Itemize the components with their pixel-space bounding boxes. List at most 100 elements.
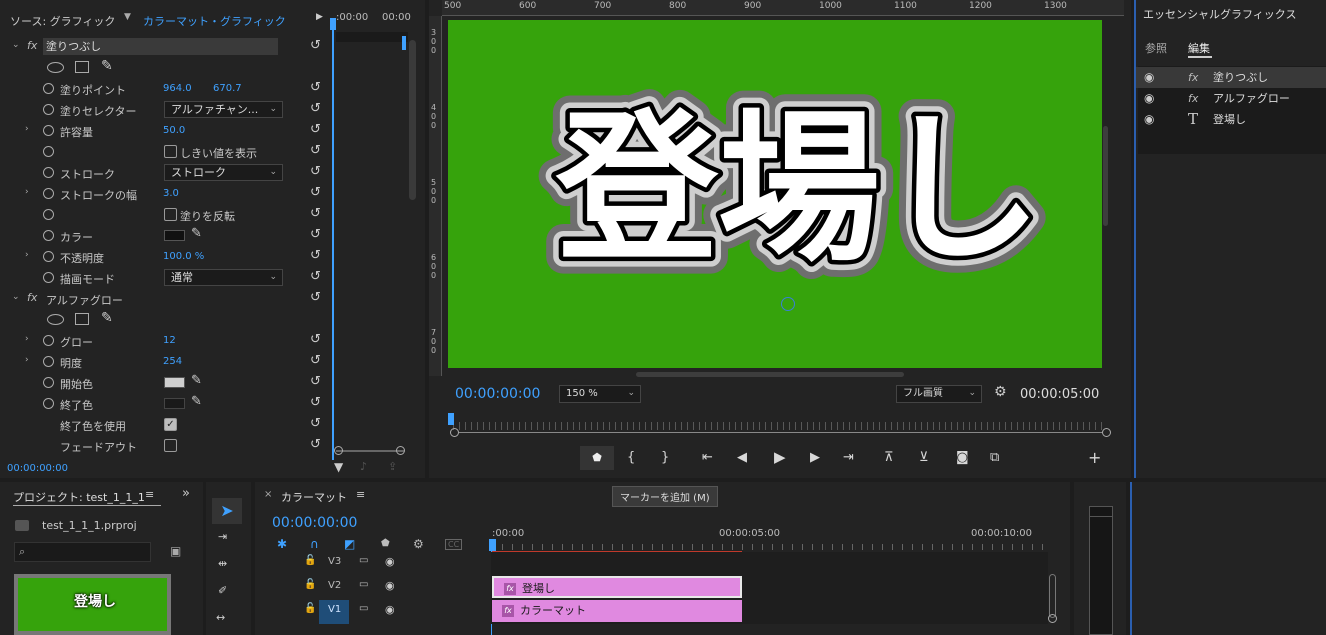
add-marker-button[interactable]: ⬟ — [580, 446, 614, 470]
effect-glow-name[interactable]: アルファグロー — [46, 292, 123, 308]
project-thumbnail[interactable]: 登場し — [14, 574, 171, 635]
stopwatch-icon[interactable] — [43, 377, 54, 388]
stroke-dropdown[interactable]: ストローク ⌄ — [164, 164, 283, 181]
monitor-hscroll[interactable] — [636, 372, 904, 377]
selection-tool-icon[interactable]: ➤ — [212, 498, 242, 524]
collapse-arrow-icon[interactable]: ⌄ — [12, 40, 20, 50]
rect-mask-icon[interactable] — [75, 313, 89, 325]
close-icon[interactable]: × — [264, 489, 272, 500]
play-icon[interactable]: ▶ — [774, 448, 786, 466]
stopwatch-icon[interactable] — [43, 146, 54, 157]
timeline-timecode[interactable]: 00:00:00:00 — [272, 515, 357, 531]
wrench-icon[interactable]: ⚙ — [994, 384, 1007, 400]
reset-icon[interactable]: ↺ — [310, 417, 323, 430]
fill-point-y[interactable]: 670.7 — [213, 83, 242, 94]
hamburger-menu-icon[interactable]: ≡ — [356, 488, 365, 501]
more-panels-icon[interactable]: » — [182, 486, 190, 501]
eye-icon[interactable]: ◉ — [385, 555, 395, 568]
stopwatch-icon[interactable] — [43, 209, 54, 220]
project-file-name[interactable]: test_1_1_1.prproj — [42, 519, 137, 532]
go-to-out-icon[interactable]: ⇥ — [843, 450, 854, 465]
reset-icon[interactable]: ↺ — [310, 396, 323, 409]
timebar-handle-right[interactable] — [1102, 428, 1111, 437]
new-bin-icon[interactable]: ▣ — [170, 544, 181, 558]
clip-title[interactable]: fx 登場し — [492, 576, 742, 598]
ec-zoom-scroll[interactable] — [336, 450, 404, 452]
marker-icon[interactable]: ⬟ — [381, 538, 390, 549]
reset-icon[interactable]: ↺ — [310, 375, 323, 388]
sync-lock-icon[interactable]: ▭ — [359, 555, 368, 566]
stopwatch-icon[interactable] — [43, 251, 54, 262]
lift-icon[interactable]: ⊼ — [884, 450, 894, 465]
glow-value[interactable]: 12 — [163, 335, 176, 346]
stopwatch-icon[interactable] — [43, 104, 54, 115]
stopwatch-icon[interactable] — [43, 335, 54, 346]
expand-arrow-icon[interactable]: › — [25, 334, 29, 344]
layer-item[interactable]: ◉ fx 塗りつぶし — [1136, 67, 1326, 88]
tolerance-value[interactable]: 50.0 — [163, 125, 185, 136]
reset-icon[interactable]: ↺ — [310, 186, 323, 199]
brightness-value[interactable]: 254 — [163, 356, 182, 367]
hamburger-menu-icon[interactable]: ≡ — [145, 488, 154, 501]
track-name[interactable]: V1 — [328, 604, 341, 615]
zoom-dropdown[interactable]: 150 % ⌄ — [559, 385, 641, 403]
fill-point-x[interactable]: 964.0 — [163, 83, 192, 94]
mark-in-icon[interactable]: { — [627, 450, 635, 465]
eye-icon[interactable]: ◉ — [385, 579, 395, 592]
tab-edit[interactable]: 編集 — [1188, 40, 1210, 56]
expand-arrow-icon[interactable]: › — [25, 355, 29, 365]
reset-icon[interactable]: ↺ — [310, 144, 323, 157]
linked-selection-icon[interactable]: ∩ — [310, 537, 319, 551]
fx-icon[interactable]: fx — [27, 39, 37, 52]
slip-tool-icon[interactable]: ↔ — [216, 611, 225, 624]
sync-lock-icon[interactable]: ▭ — [359, 579, 368, 590]
reset-icon[interactable]: ↺ — [310, 228, 323, 241]
track-name[interactable]: V3 — [328, 556, 341, 567]
opacity-value[interactable]: 100.0 % — [163, 251, 204, 262]
stopwatch-icon[interactable] — [43, 188, 54, 199]
eye-icon[interactable]: ◉ — [1144, 88, 1154, 109]
lock-icon[interactable]: 🔓 — [304, 603, 316, 614]
export-frame-icon[interactable]: ◙ — [956, 450, 969, 465]
pen-mask-icon[interactable]: ✎ — [101, 310, 113, 326]
timeline-hscroll-handle[interactable] — [1048, 614, 1057, 623]
effect-glow-header[interactable]: ⌄ fx アルファグロー ↺ — [0, 288, 330, 309]
use-end-color-checkbox[interactable]: ✓ — [164, 418, 177, 431]
collapse-arrow-icon[interactable]: ⌄ — [12, 292, 20, 302]
ec-timecode[interactable]: 00:00:00:00 — [7, 463, 68, 474]
play-only-icon[interactable]: ▶ — [316, 12, 323, 22]
stopwatch-icon[interactable] — [43, 272, 54, 283]
reset-icon[interactable]: ↺ — [310, 102, 323, 115]
stroke-width-value[interactable]: 3.0 — [163, 188, 179, 199]
add-edit-icon[interactable]: ◩ — [344, 537, 355, 551]
clip-color-matte[interactable]: fx カラーマット — [492, 600, 742, 622]
add-button-icon[interactable]: + — [1088, 448, 1101, 467]
lock-icon[interactable]: 🔓 — [304, 579, 316, 590]
color-swatch[interactable] — [164, 230, 185, 241]
tab-browse[interactable]: 参照 — [1145, 40, 1167, 56]
reset-icon[interactable]: ↺ — [310, 249, 323, 262]
ec-zoom-handle-left[interactable] — [334, 446, 343, 455]
project-title[interactable]: プロジェクト: test_1_1_1 — [13, 489, 145, 505]
fx-icon[interactable]: fx — [27, 291, 37, 304]
stopwatch-icon[interactable] — [43, 125, 54, 136]
reset-icon[interactable]: ↺ — [310, 207, 323, 220]
tab-source[interactable]: ソース: グラフィック — [10, 13, 115, 29]
captions-icon[interactable]: CC — [445, 539, 463, 550]
stopwatch-icon[interactable] — [43, 230, 54, 241]
layer-item[interactable]: ◉ T 登場し — [1136, 109, 1326, 130]
eye-icon[interactable]: ◉ — [1144, 109, 1154, 130]
program-timecode[interactable]: 00:00:00:00 — [455, 386, 540, 402]
effect-fill-name[interactable]: 塗りつぶし — [43, 38, 278, 55]
timeline-vscroll[interactable] — [1049, 574, 1056, 618]
reset-icon[interactable]: ↺ — [310, 291, 323, 304]
track-select-tool-icon[interactable]: ⇥ — [218, 530, 227, 543]
ec-playhead-head[interactable] — [330, 18, 336, 30]
search-input[interactable]: ⌕ — [14, 542, 151, 562]
expand-arrow-icon[interactable]: › — [25, 250, 29, 260]
reset-icon[interactable]: ↺ — [310, 270, 323, 283]
effect-fill-header[interactable]: ⌄ fx 塗りつぶし ↺ — [0, 36, 330, 57]
video-frame[interactable]: 登場し 登場し 登場し 登場し — [448, 20, 1102, 368]
tab-clip[interactable]: カラーマット・グラフィック — [143, 13, 286, 29]
monitor-timebar[interactable] — [453, 422, 1107, 430]
